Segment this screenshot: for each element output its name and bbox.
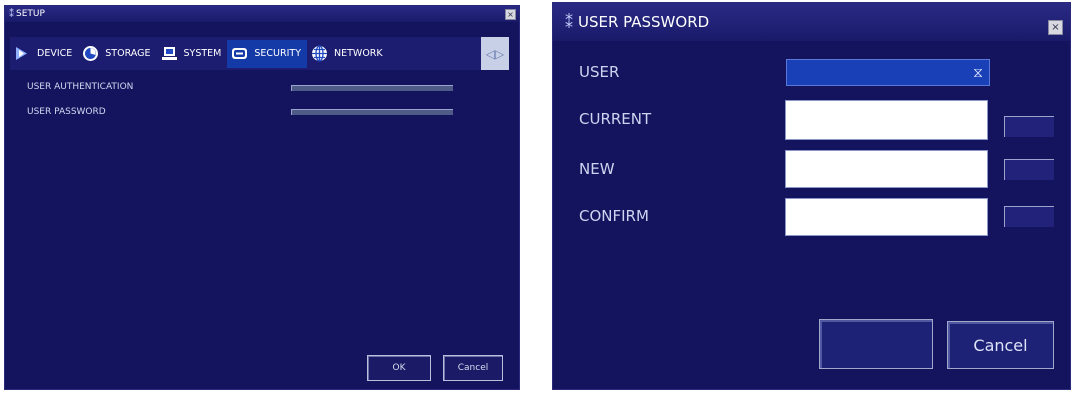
tab-storage[interactable]: STORAGE xyxy=(78,40,156,68)
new-password-input[interactable] xyxy=(785,150,988,188)
dialog-title: USER PASSWORD xyxy=(578,13,710,31)
user-password-dialog: ⁑ USER PASSWORD × USER ⧖ CURRENT NEW CON… xyxy=(552,2,1071,390)
chevron-right-icon: ▷ xyxy=(495,46,505,61)
storage-icon xyxy=(83,46,99,61)
user-select[interactable]: ⧖ xyxy=(786,59,990,86)
tab-label: DEVICE xyxy=(37,48,73,59)
confirm-password-input[interactable] xyxy=(785,198,988,236)
close-icon: × xyxy=(507,10,514,19)
app-icon: ⁑ xyxy=(565,12,573,32)
setup-title: SETUP xyxy=(16,9,45,19)
tab-label: NETWORK xyxy=(334,48,383,59)
cancel-button[interactable]: Cancel xyxy=(443,355,503,381)
tab-label: STORAGE xyxy=(105,48,151,59)
dialog-titlebar: ⁑ USER PASSWORD × xyxy=(553,3,1070,41)
new-keyboard-button[interactable] xyxy=(1004,159,1054,180)
device-icon xyxy=(16,47,27,60)
user-label: USER xyxy=(579,63,620,81)
confirm-label: CONFIRM xyxy=(579,207,649,225)
close-button[interactable]: × xyxy=(505,9,516,20)
setup-titlebar: ⁑ SETUP × xyxy=(5,6,519,22)
network-icon xyxy=(312,45,328,62)
new-label: NEW xyxy=(579,160,615,178)
user-password-label: USER PASSWORD xyxy=(27,107,106,117)
user-password-button[interactable] xyxy=(291,109,453,115)
cancel-button[interactable]: Cancel xyxy=(947,321,1054,369)
tab-security[interactable]: SECURITY xyxy=(227,39,308,68)
security-icon xyxy=(232,48,248,59)
tab-bar: DEVICE STORAGE SYSTEM SECURITY NETWORK ◁… xyxy=(10,37,509,70)
user-authentication-button[interactable] xyxy=(291,85,453,91)
tab-device[interactable]: DEVICE xyxy=(10,40,78,68)
app-icon: ⁑ xyxy=(9,8,14,20)
ok-button[interactable] xyxy=(819,319,933,369)
chevron-down-icon: ⧖ xyxy=(973,64,983,81)
tab-label: SYSTEM xyxy=(183,48,222,59)
setup-window: ⁑ SETUP × DEVICE STORAGE SYSTEM SECURITY… xyxy=(4,5,520,390)
close-button[interactable]: × xyxy=(1048,20,1063,35)
tab-label: SECURITY xyxy=(254,48,302,59)
user-authentication-label: USER AUTHENTICATION xyxy=(27,82,134,92)
close-icon: × xyxy=(1051,22,1060,33)
tab-scroll-arrows[interactable]: ◁ ▷ xyxy=(481,37,509,70)
system-icon xyxy=(161,47,177,60)
ok-button[interactable]: OK xyxy=(367,355,431,381)
confirm-keyboard-button[interactable] xyxy=(1004,206,1054,227)
chevron-left-icon: ◁ xyxy=(485,46,495,61)
current-password-input[interactable] xyxy=(785,100,988,140)
current-label: CURRENT xyxy=(579,110,652,128)
current-keyboard-button[interactable] xyxy=(1004,116,1054,137)
tab-system[interactable]: SYSTEM xyxy=(157,40,228,68)
tab-network[interactable]: NETWORK xyxy=(307,40,389,68)
